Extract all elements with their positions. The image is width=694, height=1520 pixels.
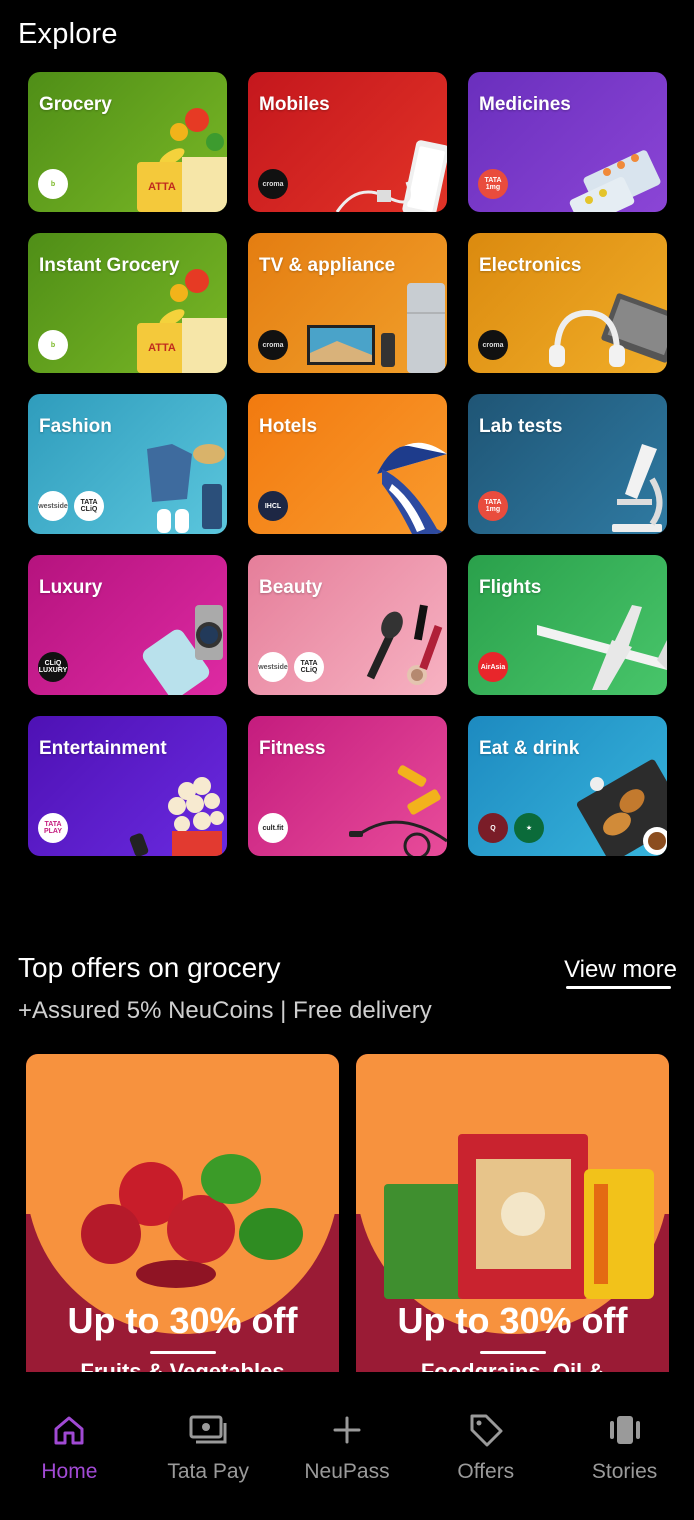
tile-luxury[interactable]: Luxury CLiQ LUXURY bbox=[28, 555, 227, 695]
tile-electronics[interactable]: Electronics croma bbox=[468, 233, 667, 373]
croma-logo-icon: croma bbox=[478, 330, 508, 360]
foodgrains-oil-art bbox=[384, 1134, 654, 1299]
nav-offers[interactable]: Offers bbox=[416, 1372, 555, 1520]
home-icon bbox=[49, 1410, 89, 1450]
tata-play-logo-icon: TATA PLAY bbox=[38, 813, 68, 843]
offer-divider bbox=[480, 1351, 546, 1354]
tile-label: Eat & drink bbox=[479, 738, 580, 759]
tile-hotels[interactable]: Hotels IHCL bbox=[248, 394, 447, 534]
headphones-laptop-art bbox=[549, 293, 667, 367]
plus-icon bbox=[327, 1410, 367, 1450]
starbucks-logo-icon: ★ bbox=[514, 813, 544, 843]
tile-label: Entertainment bbox=[39, 738, 167, 759]
nav-label: Tata Pay bbox=[167, 1460, 250, 1483]
mobile-phone-art bbox=[335, 140, 447, 212]
svg-text:ATTA: ATTA bbox=[148, 342, 176, 354]
grocery-art: ATTA bbox=[137, 269, 227, 373]
tile-fashion[interactable]: Fashion westside TATA CLiQ bbox=[28, 394, 227, 534]
tile-beauty[interactable]: Beauty westside TATA CLiQ bbox=[248, 555, 447, 695]
perfume-watch-art bbox=[142, 605, 223, 695]
tile-label: Beauty bbox=[259, 577, 323, 598]
nav-label: Stories bbox=[591, 1460, 658, 1483]
tile-lab-tests[interactable]: Lab tests TATA 1mg bbox=[468, 394, 667, 534]
nav-home[interactable]: Home bbox=[0, 1372, 139, 1520]
offer-divider bbox=[150, 1351, 216, 1354]
offers-title: Top offers on grocery bbox=[18, 952, 281, 983]
tata-pay-icon bbox=[188, 1410, 228, 1450]
tile-mobiles[interactable]: Mobiles croma bbox=[248, 72, 447, 212]
tile-label: Instant Grocery bbox=[39, 255, 180, 276]
tata-1mg-logo-icon: TATA 1mg bbox=[478, 491, 508, 521]
fruits-vegetables-art bbox=[81, 1154, 303, 1288]
nav-label: Offers bbox=[457, 1460, 515, 1483]
nav-label: Home bbox=[41, 1460, 98, 1483]
tata-cliq-luxury-logo-icon: CLiQ LUXURY bbox=[38, 652, 68, 682]
tile-label: TV & appliance bbox=[259, 255, 396, 276]
stories-icon bbox=[605, 1410, 645, 1450]
tile-label: Electronics bbox=[479, 255, 582, 276]
offer-title: Up to 30% off bbox=[67, 1300, 298, 1341]
view-more-link[interactable]: View more bbox=[564, 956, 677, 984]
tata-cliq-logo-icon: TATA CLiQ bbox=[294, 652, 324, 682]
tile-medicines[interactable]: Medicines TATA 1mg bbox=[468, 72, 667, 212]
offer-subtitle: Foodgrains, Oil & bbox=[420, 1359, 605, 1372]
offer-card-fruits[interactable]: Up to 30% off Fruits & Vegetables bbox=[26, 1054, 339, 1372]
offer-card-foodgrains[interactable]: Up to 30% off Foodgrains, Oil & bbox=[356, 1054, 669, 1372]
nav-stories[interactable]: Stories bbox=[555, 1372, 694, 1520]
category-grid: ATTA Grocery b Mobiles croma Medicines T… bbox=[28, 72, 668, 856]
tile-flights[interactable]: Flights AirAsia bbox=[468, 555, 667, 695]
nav-tata-pay[interactable]: Tata Pay bbox=[139, 1372, 278, 1520]
tata-1mg-logo-icon: TATA 1mg bbox=[478, 169, 508, 199]
bottom-nav: Home Tata Pay NeuPass Offers Stories bbox=[0, 1372, 694, 1520]
nav-neupass[interactable]: NeuPass bbox=[278, 1372, 417, 1520]
ihcl-logo-icon: IHCL bbox=[258, 491, 288, 521]
beach-umbrella-art bbox=[377, 442, 447, 534]
tile-eat-drink[interactable]: Eat & drink Q ★ bbox=[468, 716, 667, 856]
offer-title: Up to 30% off bbox=[397, 1300, 628, 1341]
croma-logo-icon: croma bbox=[258, 330, 288, 360]
tile-fitness[interactable]: Fitness cult.fit bbox=[248, 716, 447, 856]
cult-fit-logo-icon: cult.fit bbox=[258, 813, 288, 843]
bigbasket-logo-icon: b bbox=[38, 169, 68, 199]
tile-label: Lab tests bbox=[479, 416, 563, 437]
bigbasket-logo-icon: b bbox=[38, 330, 68, 360]
croma-logo-icon: croma bbox=[258, 169, 288, 199]
airplane-art bbox=[537, 605, 667, 690]
tile-instant-grocery[interactable]: ATTA Instant Grocery b bbox=[28, 233, 227, 373]
view-more-underline bbox=[566, 986, 671, 989]
tile-label: Medicines bbox=[479, 94, 571, 115]
tv-fridge-art bbox=[307, 283, 445, 373]
microscope-art bbox=[612, 444, 663, 532]
explore-title: Explore bbox=[18, 18, 118, 50]
tile-label: Luxury bbox=[39, 577, 103, 598]
offer-subtitle: Fruits & Vegetables bbox=[80, 1359, 285, 1372]
tata-cliq-logo-icon: TATA CLiQ bbox=[74, 491, 104, 521]
offers-subtitle: +Assured 5% NeuCoins | Free delivery bbox=[18, 997, 432, 1024]
westside-logo-icon: westside bbox=[38, 491, 68, 521]
qmin-logo-icon: Q bbox=[478, 813, 508, 843]
pills-art bbox=[569, 150, 661, 212]
tile-label: Grocery bbox=[39, 94, 112, 115]
tile-label: Mobiles bbox=[259, 94, 330, 115]
tile-label: Flights bbox=[479, 577, 542, 598]
airasia-logo-icon: AirAsia bbox=[478, 652, 508, 682]
tile-tv-appliance[interactable]: TV & appliance croma bbox=[248, 233, 447, 373]
tile-entertainment[interactable]: Entertainment TATA PLAY bbox=[28, 716, 227, 856]
grocery-art: ATTA bbox=[137, 108, 227, 212]
tile-label: Fashion bbox=[39, 416, 112, 437]
tag-icon bbox=[466, 1410, 506, 1450]
tile-label: Hotels bbox=[259, 416, 318, 437]
svg-text:ATTA: ATTA bbox=[148, 181, 176, 193]
tile-grocery[interactable]: ATTA Grocery b bbox=[28, 72, 227, 212]
dumbbell-rope-art bbox=[349, 765, 447, 856]
westside-logo-icon: westside bbox=[258, 652, 288, 682]
popcorn-art bbox=[129, 777, 224, 856]
tile-label: Fitness bbox=[259, 738, 326, 759]
nav-label: NeuPass bbox=[304, 1460, 390, 1483]
